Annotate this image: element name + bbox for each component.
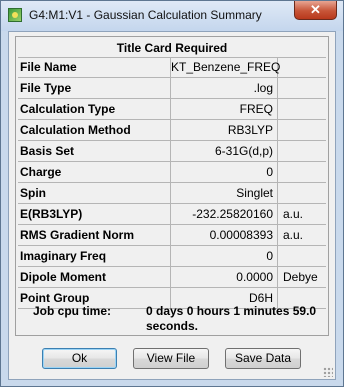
close-button[interactable]: ✕ [294,1,337,20]
summary-rows: File Name KT_Benzene_FREQ File Type .log… [18,57,326,309]
title-card-header: Title Card Required [18,39,326,58]
row-label: Charge [20,165,62,179]
summary-table: Title Card Required File Name KT_Benzene… [15,36,329,336]
row-charge: Charge 0 [18,162,326,183]
job-cpu-time-value: 0 days 0 hours 1 minutes 59.0 seconds. [146,304,317,333]
resize-grip-icon[interactable] [323,367,333,377]
row-label: File Name [20,60,77,74]
job-cpu-time: Job cpu time: 0 days 0 hours 1 minutes 5… [18,301,326,335]
row-value: 0.0000 [170,267,278,287]
job-cpu-time-label: Job cpu time: [33,304,112,318]
row-unit: a.u. [283,228,304,242]
row-file-type: File Type .log [18,78,326,99]
title-bar[interactable]: G4:M1:V1 - Gaussian Calculation Summary … [1,1,343,31]
row-label: File Type [20,81,72,95]
row-value: FREQ [170,99,278,119]
window-title: G4:M1:V1 - Gaussian Calculation Summary [29,8,262,22]
row-calculation-type: Calculation Type FREQ [18,99,326,120]
row-value: RB3LYP [170,120,278,140]
gaussview-app-icon [8,8,22,22]
client-area: Title Card Required File Name KT_Benzene… [8,31,336,380]
row-value: 0.00008393 [170,225,278,245]
row-value: 0 [170,162,278,182]
row-unit: a.u. [283,207,304,221]
save-data-button[interactable]: Save Data [225,348,301,369]
row-unit: Debye [283,270,318,284]
row-label: RMS Gradient Norm [20,228,135,242]
row-rms-gradient-norm: RMS Gradient Norm 0.00008393 a.u. [18,225,326,246]
row-value: 6-31G(d,p) [170,141,278,161]
row-file-name: File Name KT_Benzene_FREQ [18,57,326,78]
row-value: -232.25820160 [170,204,278,224]
row-value: .log [170,78,278,98]
row-value: 0 [170,246,278,266]
row-imaginary-freq: Imaginary Freq 0 [18,246,326,267]
row-label: E(RB3LYP) [20,207,83,221]
view-file-button[interactable]: View File [133,348,209,369]
button-bar: Ok View File Save Data [15,348,329,376]
row-label: Calculation Method [20,123,131,137]
row-label: Spin [20,186,46,200]
row-value: KT_Benzene_FREQ [170,57,280,77]
row-dipole-moment: Dipole Moment 0.0000 Debye [18,267,326,288]
row-value: Singlet [170,183,278,203]
row-energy: E(RB3LYP) -232.25820160 a.u. [18,204,326,225]
row-label: Basis Set [20,144,75,158]
row-basis-set: Basis Set 6-31G(d,p) [18,141,326,162]
row-label: Imaginary Freq [20,249,107,263]
row-spin: Spin Singlet [18,183,326,204]
summary-window: G4:M1:V1 - Gaussian Calculation Summary … [0,0,344,387]
row-calculation-method: Calculation Method RB3LYP [18,120,326,141]
row-label: Dipole Moment [20,270,106,284]
ok-button[interactable]: Ok [42,348,117,369]
row-label: Calculation Type [20,102,116,116]
